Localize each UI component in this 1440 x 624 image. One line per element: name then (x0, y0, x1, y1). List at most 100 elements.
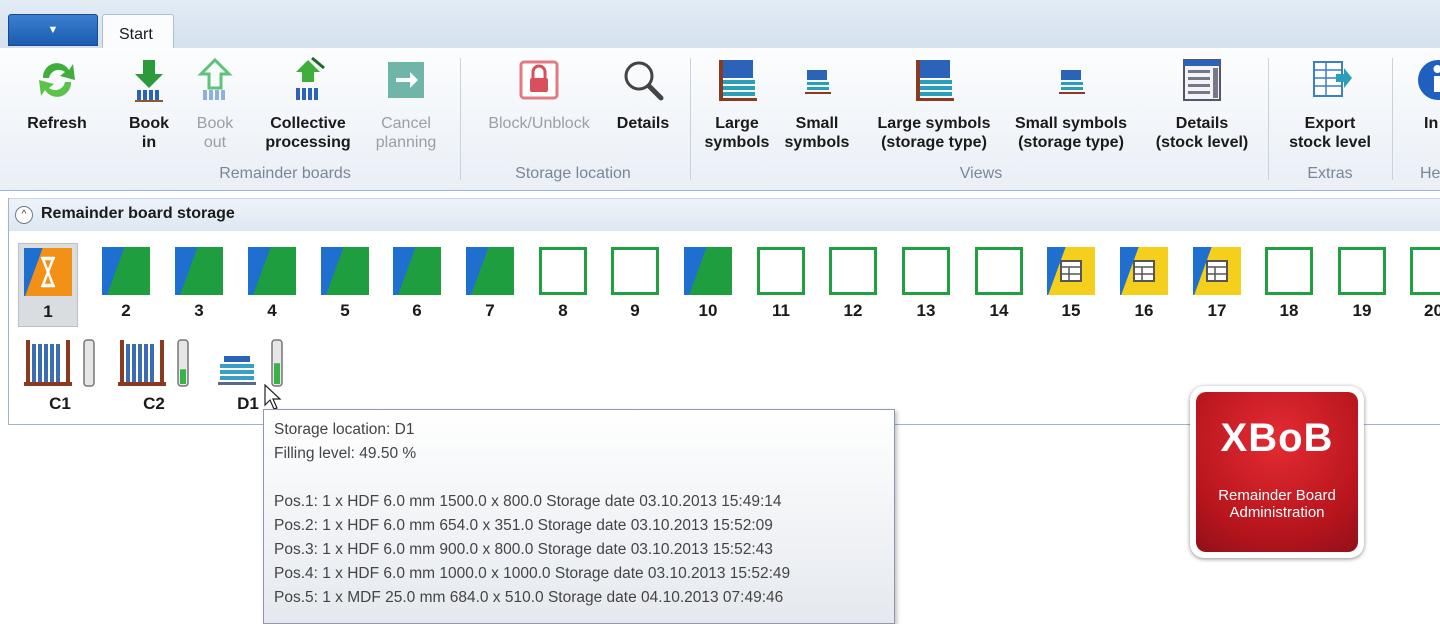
lock-icon (515, 56, 563, 104)
rack-c1[interactable]: C1 (22, 334, 112, 414)
slot-full-tile (393, 247, 441, 295)
small-symbols-storage-type-button[interactable]: Small symbols (storage type) (1004, 56, 1138, 152)
slot-17[interactable]: 17 (1187, 243, 1247, 327)
tab-start[interactable]: Start (102, 14, 174, 49)
cancel-planning-icon (382, 56, 430, 104)
slot-full-tile (684, 247, 732, 295)
cancel-planning-button[interactable]: Cancel planning (365, 56, 447, 152)
details-list-icon (1178, 56, 1226, 104)
grid-icon (1120, 247, 1168, 295)
rack-d1[interactable]: D1 (210, 334, 300, 414)
slot-12[interactable]: 12 (823, 243, 883, 327)
grid-icon (1047, 247, 1095, 295)
ribbon-divider (460, 58, 461, 180)
collective-processing-icon (284, 56, 332, 104)
section-header[interactable]: ^ Remainder board storage (9, 198, 1440, 231)
slot-full-tile (175, 247, 223, 295)
slot-3[interactable]: 3 (169, 243, 229, 327)
xbob-logo: XBoB Remainder Board Administration (1190, 386, 1364, 558)
slot-reserved-tile (1193, 247, 1241, 295)
slot-7[interactable]: 7 (460, 243, 520, 327)
slot-reserved-tile (1120, 247, 1168, 295)
slot-20[interactable]: 20 (1404, 243, 1440, 327)
book-in-button[interactable]: Book in (120, 56, 178, 152)
tooltip-position: Pos.3: 1 x HDF 6.0 mm 900.0 x 800.0 Stor… (274, 538, 884, 562)
slot-busy-tile (24, 248, 72, 296)
logo-badge: XBoB Remainder Board Administration (1196, 392, 1358, 552)
large-symbols-storage-icon (910, 56, 958, 104)
info-icon (1412, 56, 1440, 104)
slot-9[interactable]: 9 (605, 243, 665, 327)
slot-5[interactable]: 5 (315, 243, 375, 327)
slot-full-tile (321, 247, 369, 295)
export-stock-level-button[interactable]: Export stock level (1278, 56, 1382, 152)
group-label-extras: Extras (1278, 165, 1382, 183)
tooltip-location: Storage location: D1 (274, 418, 884, 442)
tooltip-spacer (274, 466, 884, 490)
app-menu-button[interactable]: ▼ (8, 14, 98, 46)
ribbon-divider (690, 58, 691, 180)
slot-full-tile (466, 247, 514, 295)
slot-empty-tile (1410, 247, 1440, 295)
section-title: Remainder board storage (41, 205, 235, 223)
collapse-icon[interactable]: ^ (15, 206, 33, 224)
tooltip-position: Pos.5: 1 x MDF 25.0 mm 684.0 x 510.0 Sto… (274, 586, 884, 610)
slot-8[interactable]: 8 (533, 243, 593, 327)
group-label-help: He (1420, 165, 1440, 183)
block-unblock-button[interactable]: Block/Unblock (468, 56, 610, 133)
slot-14[interactable]: 14 (969, 243, 1029, 327)
book-out-button[interactable]: Book out (186, 56, 244, 152)
slot-2[interactable]: 2 (96, 243, 156, 327)
hourglass-icon (24, 248, 72, 296)
storage-tooltip: Storage location: D1 Filling level: 49.5… (263, 409, 895, 624)
refresh-icon (33, 56, 81, 104)
magnifier-icon (619, 56, 667, 104)
rack-c2[interactable]: C2 (116, 334, 206, 414)
small-symbols-storage-icon (1047, 56, 1095, 104)
ribbon-divider (1268, 58, 1269, 180)
info-button[interactable]: In (1404, 56, 1440, 133)
tooltip-position: Pos.2: 1 x HDF 6.0 mm 654.0 x 351.0 Stor… (274, 514, 884, 538)
logo-subtitle: Remainder Board Administration (1196, 487, 1358, 521)
large-symbols-button[interactable]: Large symbols (702, 56, 772, 152)
book-out-icon (191, 56, 239, 104)
slot-19[interactable]: 19 (1332, 243, 1392, 327)
export-table-icon (1306, 56, 1354, 104)
slot-1[interactable]: 1 (18, 243, 78, 327)
group-label-storage: Storage location (468, 165, 678, 183)
slot-6[interactable]: 6 (387, 243, 447, 327)
slot-full-tile (102, 247, 150, 295)
slot-15[interactable]: 15 (1041, 243, 1101, 327)
small-symbols-button[interactable]: Small symbols (776, 56, 858, 152)
details-button[interactable]: Details (610, 56, 676, 133)
mouse-cursor-icon (264, 384, 284, 412)
slot-empty-tile (757, 247, 805, 295)
large-symbols-storage-type-button[interactable]: Large symbols (storage type) (870, 56, 998, 152)
slot-reserved-tile (1047, 247, 1095, 295)
slot-empty-tile (829, 247, 877, 295)
slot-4[interactable]: 4 (242, 243, 302, 327)
book-in-icon (125, 56, 173, 104)
shelf-icon (116, 334, 196, 392)
tooltip-position: Pos.4: 1 x HDF 6.0 mm 1000.0 x 1000.0 St… (274, 562, 884, 586)
slot-18[interactable]: 18 (1259, 243, 1319, 327)
slot-empty-tile (611, 247, 659, 295)
ribbon: Refresh Book in Book out Collective proc… (0, 48, 1440, 191)
group-label-remainder: Remainder boards (130, 165, 440, 183)
slot-empty-tile (1265, 247, 1313, 295)
collective-processing-button[interactable]: Collective processing (258, 56, 358, 152)
refresh-button[interactable]: Refresh (22, 56, 92, 133)
slot-13[interactable]: 13 (896, 243, 956, 327)
group-label-views: Views (702, 165, 1260, 183)
logo-title: XBoB (1196, 416, 1358, 461)
small-symbols-icon (793, 56, 841, 104)
chevron-down-icon: ▼ (48, 24, 59, 36)
large-symbols-icon (713, 56, 761, 104)
details-stock-level-button[interactable]: Details (stock level) (1148, 56, 1256, 152)
slot-10[interactable]: 10 (678, 243, 738, 327)
grid-icon (1193, 247, 1241, 295)
slot-full-tile (248, 247, 296, 295)
tooltip-position: Pos.1: 1 x HDF 6.0 mm 1500.0 x 800.0 Sto… (274, 490, 884, 514)
slot-11[interactable]: 11 (751, 243, 811, 327)
slot-16[interactable]: 16 (1114, 243, 1174, 327)
